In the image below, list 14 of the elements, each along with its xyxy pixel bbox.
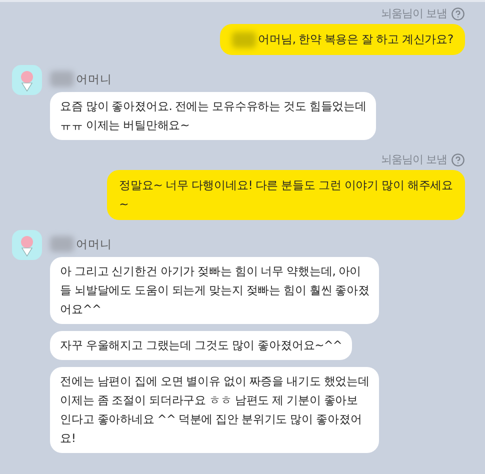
avatar-icon (12, 230, 42, 260)
sent-message: 어머님, 한약 복용은 잘 하고 계신가요? (220, 24, 465, 55)
sender-name: 어머니 (76, 236, 112, 252)
help-icon[interactable] (451, 152, 465, 166)
avatar-icon (12, 65, 42, 95)
sender-status: 뇌움님이 보냄 (381, 152, 447, 167)
received-message: 아 그리고 신기한건 아기가 젖빠는 힘이 너무 약했는데, 아이 들 뇌발달에도 도움이 되는게 맞는지 젖빠는 힘이 훨씬 좋아졌 어요^^ (50, 257, 380, 324)
sender-status: 뇌움님이 보냄 (381, 6, 447, 21)
received-message: 요즘 많이 좋아졌어요. 전에는 모유수유하는 것도 힘들었는데 ㅠㅠ 이제는 버틸만해요~ (50, 92, 376, 140)
received-message: 전에는 남편이 집에 오면 별이유 없이 짜증을 내기도 했었는데 이제는 좀 조절이 되더라구요 ㅎㅎ 남편도 제 기분이 좋아보 인다고 좋아하네요 ^^ 덕분에 집안 분위기도 많이 좋아졌어 요! (50, 367, 380, 453)
help-icon[interactable] (451, 6, 465, 20)
sender-name: 어머니 (76, 72, 112, 86)
sent-message: 정말요~ 너무 다행이네요! 다른 분들도 그런 이야기 많이 해주세요 ~ (107, 170, 465, 220)
received-message: 자꾸 우울해지고 그랬는데 그것도 많이 좋아졌어요~^^ (50, 331, 352, 360)
